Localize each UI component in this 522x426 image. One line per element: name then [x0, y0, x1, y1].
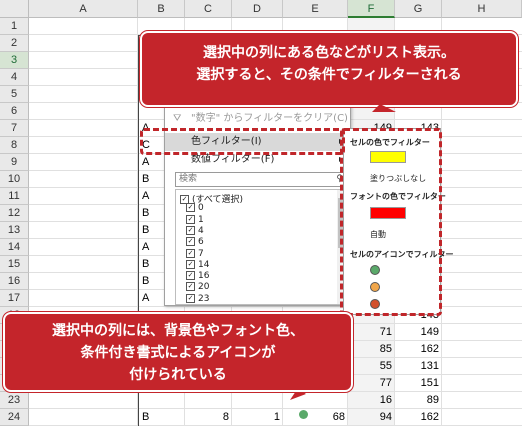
callout-bottom-line3: 付けられている — [129, 367, 227, 383]
callout-bottom-line2: 条件付き書式によるアイコンが — [80, 345, 276, 361]
callout-bottom-line1: 選択中の列には、背景色やフォント色、 — [52, 323, 304, 339]
callout-bottom: 選択中の列には、背景色やフォント色、 条件付き書式によるアイコンが 付けられてい… — [3, 312, 353, 392]
